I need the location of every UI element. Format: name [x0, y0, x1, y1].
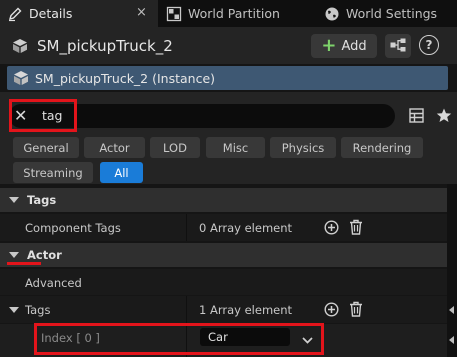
- blueprint-button[interactable]: [385, 34, 411, 58]
- collapse-arrow-icon: [9, 252, 19, 258]
- index-highlight-box: [34, 323, 324, 355]
- filter-actor-button[interactable]: Actor: [84, 137, 145, 158]
- collapse-left-icon[interactable]: [449, 306, 454, 314]
- instance-selector[interactable]: SM_pickupTruck_2 (Instance): [7, 66, 448, 90]
- globe-icon: [324, 6, 340, 22]
- tab-world-partition[interactable]: World Partition: [160, 0, 310, 27]
- scrollbar-track[interactable]: [447, 184, 457, 357]
- expand-arrow-icon[interactable]: [9, 307, 19, 313]
- filter-general-button[interactable]: General: [13, 137, 79, 158]
- actor-name-title: SM_pickupTruck_2: [37, 37, 173, 55]
- close-tab-icon[interactable]: ×: [136, 5, 147, 20]
- component-tags-label: Component Tags: [25, 221, 121, 235]
- collapse-arrow-icon: [9, 197, 19, 203]
- actor-icon: [12, 38, 28, 58]
- favorites-star-icon[interactable]: [436, 108, 452, 127]
- tags-section-header[interactable]: Tags: [0, 188, 447, 212]
- filter-misc-button[interactable]: Misc: [206, 137, 265, 158]
- column-divider[interactable]: [186, 214, 187, 241]
- actor-tags-row: Tags 1 Array element: [0, 296, 447, 323]
- instance-label: SM_pickupTruck_2 (Instance): [35, 70, 216, 86]
- filter-physics-button[interactable]: Physics: [270, 137, 336, 158]
- filter-lod-button[interactable]: LOD: [150, 137, 200, 158]
- tab-details[interactable]: Details ×: [0, 0, 158, 27]
- actor-section-title: Actor: [27, 248, 62, 262]
- blueprint-icon: [390, 37, 406, 56]
- pencil-icon: [7, 6, 23, 22]
- tab-world-partition-label: World Partition: [188, 6, 280, 21]
- filter-streaming-button[interactable]: Streaming: [13, 162, 93, 183]
- instance-actor-icon: [13, 70, 29, 86]
- component-tags-value: 0 Array element: [199, 221, 293, 235]
- clear-elements-icon[interactable]: [349, 301, 363, 320]
- tab-details-label: Details: [29, 6, 73, 21]
- plus-icon: +: [321, 35, 337, 56]
- filter-rendering-button[interactable]: Rendering: [341, 137, 423, 158]
- filter-all-button[interactable]: All: [100, 162, 143, 183]
- clear-elements-icon[interactable]: [349, 219, 363, 238]
- help-icon: ?: [425, 38, 433, 52]
- property-matrix-icon[interactable]: [409, 108, 424, 127]
- search-highlight-box: [9, 99, 77, 132]
- tab-world-settings[interactable]: World Settings: [318, 0, 457, 27]
- add-element-icon[interactable]: [324, 302, 339, 320]
- advanced-row[interactable]: Advanced: [0, 269, 447, 295]
- column-divider[interactable]: [186, 296, 187, 323]
- grid-icon: [166, 6, 182, 22]
- advanced-label: Advanced: [25, 276, 82, 290]
- add-element-icon[interactable]: [324, 220, 339, 238]
- help-button[interactable]: ?: [419, 35, 439, 55]
- tab-world-settings-label: World Settings: [346, 6, 438, 21]
- add-component-button[interactable]: + Add: [311, 34, 377, 58]
- collapse-left-icon[interactable]: [449, 336, 454, 344]
- actor-underline-highlight: [7, 262, 41, 265]
- add-button-label: Add: [341, 38, 367, 54]
- actor-tags-label: Tags: [25, 303, 51, 317]
- tags-section-title: Tags: [27, 193, 57, 207]
- component-tags-row: Component Tags 0 Array element: [0, 214, 447, 241]
- actor-section-header[interactable]: Actor: [0, 243, 447, 267]
- actor-tags-value: 1 Array element: [199, 303, 293, 317]
